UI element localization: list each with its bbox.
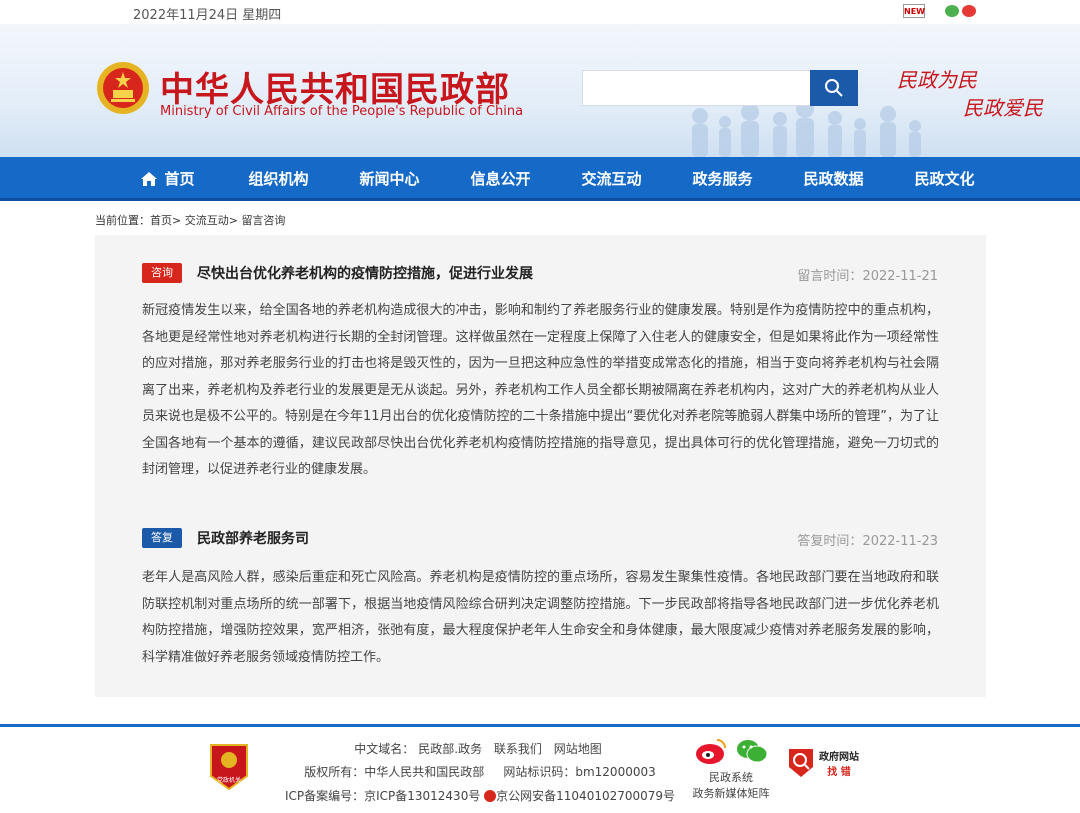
domain-link[interactable]: 民政部.政务 bbox=[418, 742, 482, 756]
breadcrumb-home[interactable]: 首页 bbox=[150, 214, 172, 227]
copyright-label: 版权所有： bbox=[304, 765, 365, 779]
gov-site-error-report[interactable]: 政府网站 找 错 bbox=[787, 747, 859, 779]
slogan-line-1: 民政为民 bbox=[897, 68, 977, 92]
breadcrumb-sep: > bbox=[228, 214, 238, 227]
weibo-icon[interactable] bbox=[962, 5, 976, 17]
gov-site-label: 政府网站 bbox=[819, 752, 859, 763]
breadcrumb-interaction[interactable]: 交流互动 bbox=[185, 214, 229, 227]
social-line-2: 政务新媒体矩阵 bbox=[692, 787, 770, 800]
top-bar: 2022年11月24日 星期四 NEW bbox=[0, 0, 1080, 24]
question-header: 咨询 尽快出台优化养老机构的疫情防控措施，促进行业发展 bbox=[142, 263, 533, 283]
search-button[interactable] bbox=[810, 70, 858, 106]
footer-links: 中文域名： 民政部.政务 联系我们 网站地图 bbox=[270, 740, 690, 757]
site-header: 中华人民共和国民政部 Ministry of Civil Affairs of … bbox=[0, 24, 1080, 157]
badge-label: 党政机关 bbox=[217, 776, 241, 784]
wechat-icon[interactable] bbox=[735, 737, 769, 765]
breadcrumb-prefix: 当前位置： bbox=[95, 214, 150, 227]
nav-item-info-public[interactable]: 信息公开 bbox=[445, 157, 556, 201]
nav-label-home: 首页 bbox=[164, 170, 195, 188]
question-time-label: 留言时间： bbox=[797, 269, 863, 284]
breadcrumb-current: 留言咨询 bbox=[241, 214, 286, 227]
question-time: 留言时间：2022-11-21 bbox=[797, 265, 938, 284]
answer-header: 答复 民政部养老服务司 bbox=[142, 528, 309, 548]
contact-link[interactable]: 联系我们 bbox=[494, 742, 542, 756]
current-date: 2022年11月24日 星期四 bbox=[133, 8, 282, 23]
nav-item-culture[interactable]: 民政文化 bbox=[889, 157, 1000, 201]
sitemap-link[interactable]: 网站地图 bbox=[554, 742, 602, 756]
nav-item-home[interactable]: 首页 bbox=[112, 157, 223, 201]
site-footer: 党政机关 中文域名： 民政部.政务 联系我们 网站地图 版权所有：中华人民共和国民… bbox=[0, 727, 1080, 813]
nav-item-data[interactable]: 民政数据 bbox=[778, 157, 889, 201]
main-nav: 首页 组织机构 新闻中心 信息公开 交流互动 政务服务 民政数据 民政文化 bbox=[0, 157, 1080, 201]
new-icon[interactable]: NEW bbox=[903, 4, 925, 18]
question-time-value: 2022-11-21 bbox=[862, 269, 938, 284]
icp-label: ICP备案编号： bbox=[284, 789, 365, 803]
magnifier-error-icon bbox=[789, 749, 813, 777]
answer-tag: 答复 bbox=[142, 528, 182, 548]
breadcrumb-sep: > bbox=[172, 214, 182, 227]
question-body: 新冠疫情发生以来，给全国各地的养老机构造成很大的冲击，影响和制约了养老服务行业的… bbox=[142, 303, 940, 477]
nav-item-news[interactable]: 新闻中心 bbox=[334, 157, 445, 201]
police-badge-icon bbox=[484, 790, 497, 802]
slogan-line-2: 民政爱民 bbox=[963, 96, 1043, 120]
social-line-1: 民政系统 bbox=[709, 771, 753, 784]
nav-item-interaction[interactable]: 交流互动 bbox=[556, 157, 667, 201]
answer-time-value: 2022-11-23 bbox=[862, 534, 938, 549]
search-input[interactable] bbox=[582, 70, 812, 106]
question-title: 尽快出台优化养老机构的疫情防控措施，促进行业发展 bbox=[197, 266, 533, 282]
answer-title: 民政部养老服务司 bbox=[197, 531, 309, 547]
police-link[interactable]: 京公网安备11040102700079号 bbox=[496, 789, 675, 803]
site-title-en: Ministry of Civil Affairs of the People'… bbox=[160, 104, 524, 119]
search-icon bbox=[825, 79, 843, 97]
home-icon bbox=[141, 172, 158, 186]
answer-body: 老年人是高风险人群，感染后重症和死亡风险高。养老机构是疫情防控的重点场所，容易发… bbox=[142, 570, 939, 665]
breadcrumb: 当前位置：首页> 交流互动> 留言咨询 bbox=[95, 212, 285, 228]
site-id-label: 网站标识码： bbox=[503, 765, 576, 779]
question-tag: 咨询 bbox=[142, 263, 182, 283]
party-gov-badge-icon[interactable]: 党政机关 bbox=[208, 742, 250, 792]
find-error-label: 找 错 bbox=[827, 767, 851, 778]
icp-link[interactable]: 京ICP备13012430号 bbox=[364, 789, 480, 803]
footer-icp: ICP备案编号：京ICP备13012430号 京公网安备110401027000… bbox=[270, 787, 690, 804]
site-id: bm12000003 bbox=[575, 765, 656, 779]
national-emblem-icon bbox=[97, 62, 149, 114]
answer-time: 答复时间：2022-11-23 bbox=[797, 530, 938, 549]
nav-item-services[interactable]: 政务服务 bbox=[667, 157, 778, 201]
footer-copyright: 版权所有：中华人民共和国民政部 网站标识码：bm12000003 bbox=[270, 763, 690, 780]
copyright-owner: 中华人民共和国民政部 bbox=[364, 765, 485, 779]
social-media-matrix[interactable]: 民政系统 政务新媒体矩阵 bbox=[686, 737, 776, 801]
answer-time-label: 答复时间： bbox=[797, 534, 863, 549]
wechat-icon[interactable] bbox=[945, 5, 959, 17]
nav-item-organization[interactable]: 组织机构 bbox=[223, 157, 334, 201]
domain-label: 中文域名： bbox=[354, 742, 415, 756]
weibo-icon[interactable] bbox=[693, 737, 727, 765]
message-panel: 咨询 尽快出台优化养老机构的疫情防控措施，促进行业发展 留言时间：2022-11… bbox=[95, 235, 986, 697]
top-icons: NEW bbox=[903, 4, 979, 18]
social-share-icon[interactable] bbox=[945, 4, 979, 18]
